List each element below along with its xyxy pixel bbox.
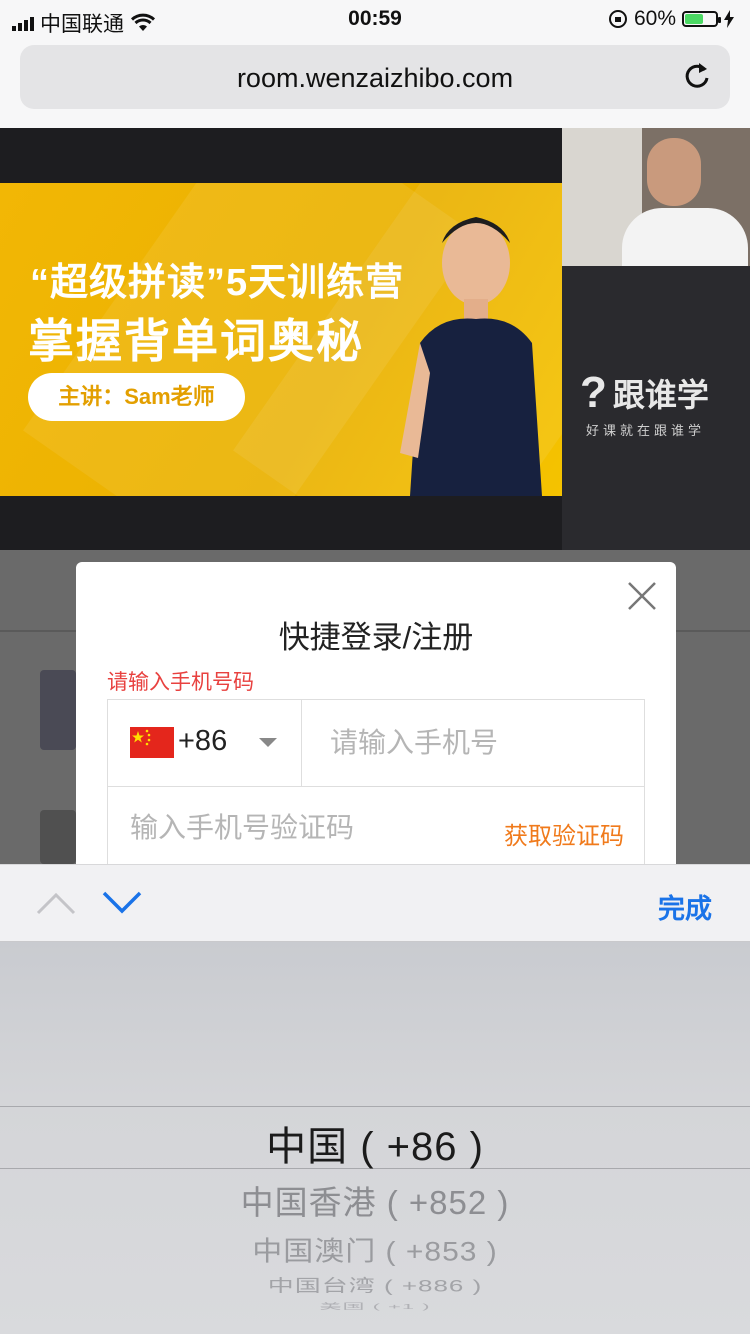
chevron-up-icon[interactable] bbox=[36, 889, 76, 917]
live-video[interactable]: “超级拼读”5天训练营 掌握背单词奥秘 主讲：Sam老师 ? 跟谁学 好课就在跟… bbox=[0, 128, 750, 550]
charging-icon bbox=[724, 10, 734, 28]
brand-name: 跟谁学 bbox=[612, 377, 709, 413]
country-code-select[interactable]: +86 bbox=[108, 700, 302, 786]
country-code-value: +86 bbox=[178, 725, 228, 757]
course-thumbnail bbox=[40, 670, 76, 750]
battery-percent: 60% bbox=[633, 7, 676, 30]
orientation-lock-icon bbox=[608, 10, 627, 28]
status-bar: 中国联通 00:59 60% bbox=[0, 0, 750, 40]
battery-icon bbox=[682, 11, 721, 27]
login-form: +86 获取验证码 bbox=[107, 699, 645, 869]
brand-logo: ? 跟谁学 bbox=[580, 368, 709, 418]
reload-icon[interactable] bbox=[680, 59, 714, 93]
phone-error-message: 请输入手机号码 bbox=[107, 671, 254, 694]
picker-option[interactable]: 中国香港 ( +852 ) bbox=[0, 1176, 750, 1224]
china-flag-icon bbox=[130, 727, 174, 758]
teacher-camera-feed bbox=[562, 128, 750, 266]
banner-subheadline: 掌握背单词奥秘 bbox=[28, 315, 364, 367]
question-mark-icon: ? bbox=[580, 368, 607, 417]
teacher-photo bbox=[400, 217, 542, 496]
brand-panel: ? 跟谁学 好课就在跟谁学 bbox=[562, 266, 750, 550]
close-icon[interactable] bbox=[624, 578, 660, 614]
keyboard-accessory-bar: 完成 bbox=[0, 864, 750, 942]
get-code-button[interactable]: 获取验证码 bbox=[504, 816, 624, 851]
status-right: 60% bbox=[608, 7, 734, 31]
course-banner: “超级拼读”5天训练营 掌握背单词奥秘 主讲：Sam老师 bbox=[0, 183, 562, 496]
login-modal: 快捷登录/注册 请输入手机号码 +86 获取验证码 bbox=[76, 562, 676, 869]
country-picker[interactable]: 中国 ( +86 ) 中国香港 ( +852 ) 中国澳门 ( +853 ) 中… bbox=[0, 942, 750, 1334]
address-bar[interactable]: room.wenzaizhibo.com bbox=[20, 45, 730, 109]
modal-title: 快捷登录/注册 bbox=[278, 620, 474, 655]
phone-input[interactable] bbox=[328, 722, 632, 764]
verification-code-input[interactable] bbox=[128, 807, 432, 849]
picker-option[interactable]: 中国台湾 ( +886 ) bbox=[0, 1272, 750, 1296]
banner-headline: “超级拼读”5天训练营 bbox=[30, 262, 405, 304]
done-button[interactable]: 完成 bbox=[658, 887, 712, 926]
picker-option[interactable]: 中国 ( +86 ) bbox=[0, 1114, 750, 1172]
user-avatar bbox=[40, 810, 76, 864]
brand-slogan: 好课就在跟谁学 bbox=[586, 423, 706, 438]
banner-teacher-pill: 主讲：Sam老师 bbox=[28, 373, 245, 421]
picker-option[interactable]: 美国 ( +1 ) bbox=[0, 1300, 750, 1311]
chevron-down-icon bbox=[259, 738, 277, 747]
picker-option[interactable]: 中国澳门 ( +853 ) bbox=[0, 1229, 750, 1269]
browser-toolbar: room.wenzaizhibo.com bbox=[0, 40, 750, 128]
chevron-down-icon[interactable] bbox=[102, 889, 142, 917]
phone-row: +86 bbox=[108, 700, 644, 787]
url-text[interactable]: room.wenzaizhibo.com bbox=[20, 63, 730, 94]
